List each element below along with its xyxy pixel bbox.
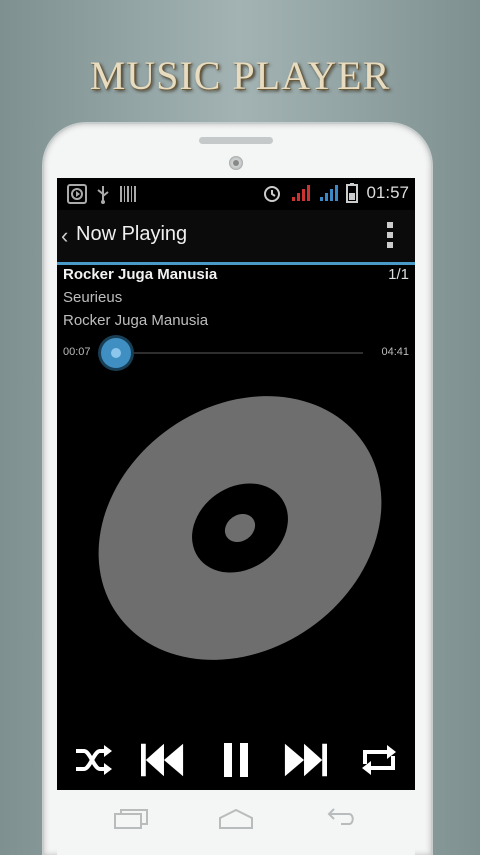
seek-thumb[interactable] — [101, 338, 131, 368]
repeat-icon[interactable] — [357, 738, 401, 782]
track-count: 1/1 — [388, 266, 409, 283]
elapsed-time: 00:07 — [63, 346, 91, 358]
phone-camera — [229, 156, 243, 170]
album-name: Rocker Juga Manusia — [63, 312, 209, 329]
recent-apps-icon[interactable] — [113, 808, 149, 830]
signal-blue-icon — [320, 185, 339, 201]
battery-icon — [346, 183, 359, 203]
seek-track[interactable] — [119, 352, 363, 354]
previous-icon[interactable] — [141, 738, 185, 782]
action-bar: ‹ Now Playing — [57, 210, 415, 265]
pause-icon[interactable] — [214, 738, 258, 782]
media-playback-icon — [67, 184, 87, 204]
alarm-icon — [264, 186, 281, 202]
overflow-menu-icon[interactable] — [387, 222, 393, 248]
promo-title: MUSIC PLAYER — [89, 53, 391, 98]
chevron-left-icon[interactable]: ‹ — [61, 223, 68, 249]
playback-controls — [57, 738, 415, 788]
status-time: 01:57 — [366, 183, 409, 202]
barcode-icon — [120, 186, 136, 202]
next-icon[interactable] — [283, 738, 327, 782]
status-bar: 01:57 — [57, 178, 415, 210]
album-art-disc — [98, 396, 382, 660]
page-title[interactable]: Now Playing — [76, 223, 187, 246]
total-time: 04:41 — [381, 346, 409, 358]
signal-red-icon — [292, 185, 311, 201]
phone-screen: 01:57 ‹ Now Playing Rocker Juga Manusia … — [57, 178, 415, 790]
shuffle-icon[interactable] — [71, 738, 115, 782]
home-icon[interactable] — [217, 808, 255, 830]
phone-speaker — [199, 137, 273, 144]
nav-bar — [57, 790, 415, 855]
song-title: Rocker Juga Manusia — [63, 266, 218, 283]
seek-bar[interactable]: 00:07 04:41 — [57, 338, 415, 368]
artist-name: Seurieus — [63, 289, 123, 306]
usb-icon — [97, 186, 109, 204]
back-icon[interactable] — [321, 808, 357, 830]
